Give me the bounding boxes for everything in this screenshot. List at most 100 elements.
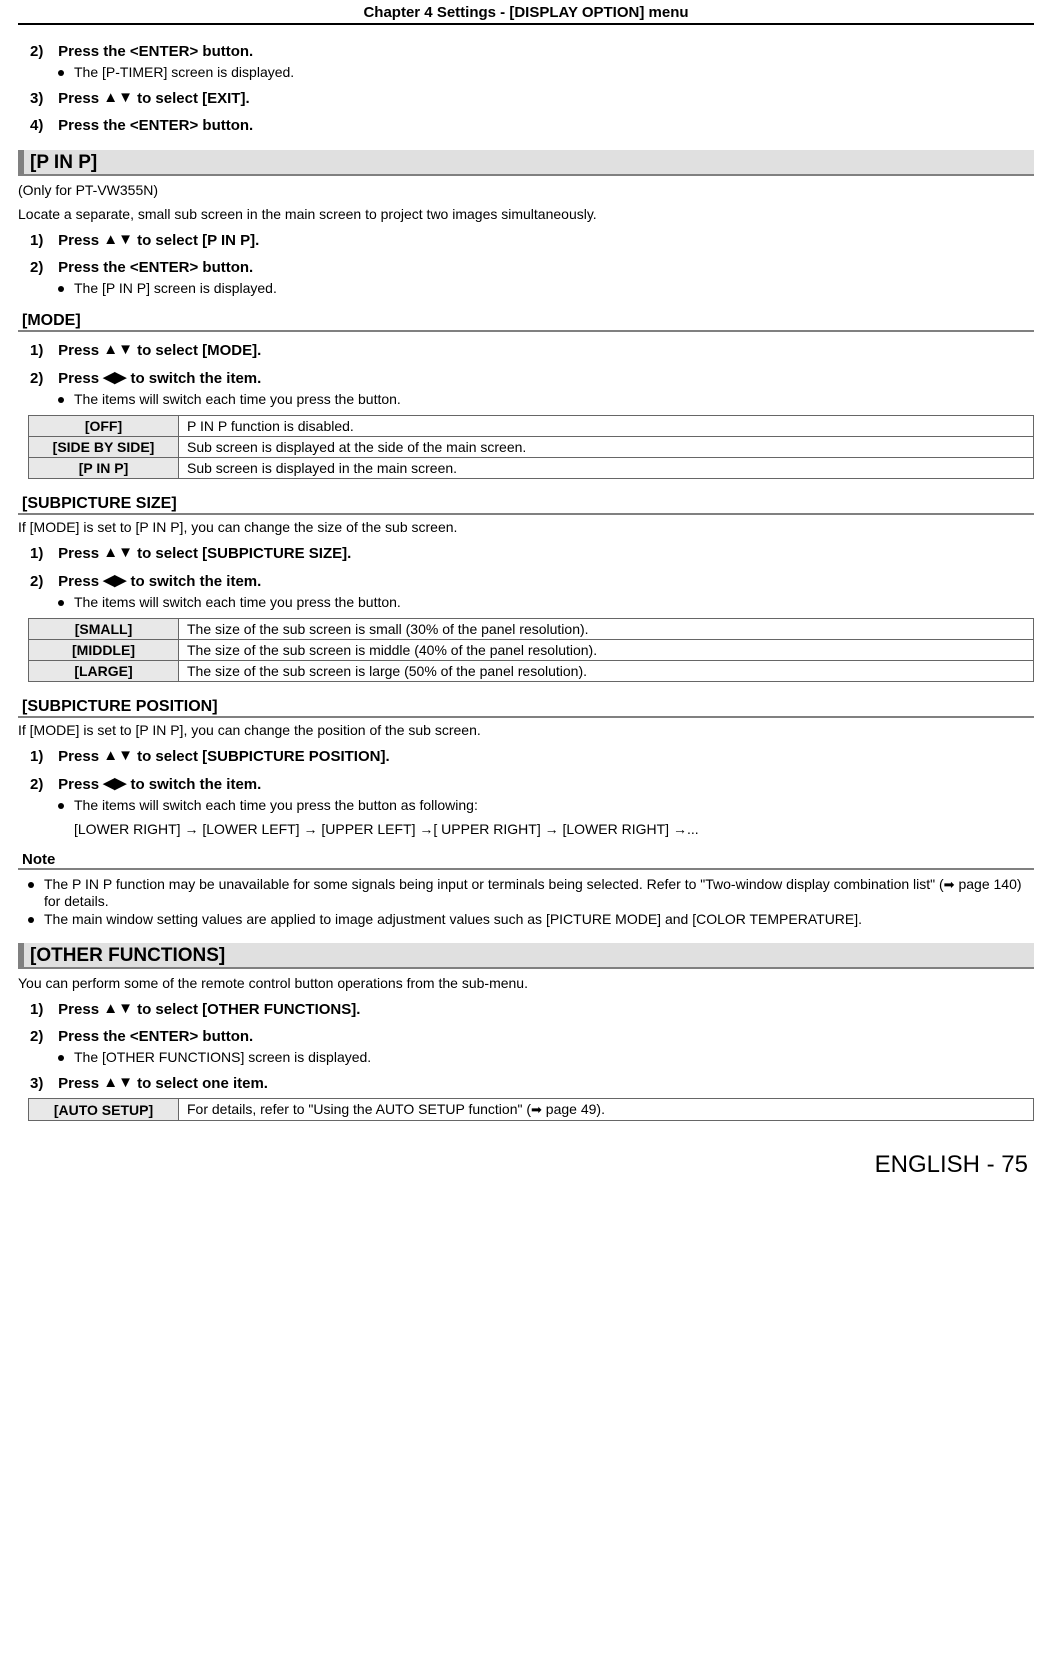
text-suffix: to select [EXIT].	[133, 90, 250, 107]
table-val: The size of the sub screen is small (30%…	[179, 619, 1034, 640]
table-row: [OFF] P IN P function is disabled.	[29, 416, 1034, 437]
step-num: 2)	[30, 370, 54, 387]
chapter-header: Chapter 4 Settings - [DISPLAY OPTION] me…	[18, 0, 1034, 23]
updown-arrow-icon: ▲▼	[103, 231, 133, 248]
step-num: 2)	[30, 1028, 54, 1045]
step-text: Press the <ENTER> button.	[58, 1028, 253, 1045]
arrow-right-icon: ➡	[531, 1102, 542, 1118]
table-row: [SMALL] The size of the sub screen is sm…	[29, 619, 1034, 640]
text-suffix: to select [SUBPICTURE SIZE].	[133, 545, 351, 562]
step-num: 2)	[30, 776, 54, 793]
subsize-step-1: 1) Press ▲▼ to select [SUBPICTURE SIZE].	[30, 545, 1034, 562]
table-row: [SIDE BY SIDE] Sub screen is displayed a…	[29, 437, 1034, 458]
text-prefix: Press	[58, 573, 103, 590]
updown-arrow-icon: ▲▼	[103, 1074, 133, 1091]
table-key: [AUTO SETUP]	[29, 1099, 179, 1121]
updown-arrow-icon: ▲▼	[103, 747, 133, 764]
step-2-sub: The [P-TIMER] screen is displayed.	[74, 64, 1034, 80]
subpos-step-2: 2) Press ◀▶ to switch the item.	[30, 775, 1034, 793]
other-table: [AUTO SETUP] For details, refer to "Usin…	[28, 1098, 1034, 1121]
section-mode: [MODE]	[18, 310, 1034, 332]
step-text: Press ◀▶ to switch the item.	[58, 369, 261, 387]
table-val: The size of the sub screen is large (50%…	[179, 661, 1034, 682]
val-a: For details, refer to "Using the AUTO SE…	[187, 1101, 531, 1117]
subpos-desc: If [MODE] is set to [P IN P], you can ch…	[18, 722, 1034, 738]
note-bullet-2: The main window setting values are appli…	[44, 911, 1034, 927]
step-num: 2)	[30, 573, 54, 590]
table-val: For details, refer to "Using the AUTO SE…	[179, 1099, 1034, 1121]
step-num: 1)	[30, 545, 54, 562]
step-text: Press ▲▼ to select [SUBPICTURE POSITION]…	[58, 747, 389, 765]
pinp-step-2-sub: The [P IN P] screen is displayed.	[74, 280, 1034, 296]
step-4: 4) Press the <ENTER> button.	[30, 117, 1034, 134]
chapter-rule	[18, 23, 1034, 25]
text-prefix: Press	[58, 370, 103, 387]
step-text: Press ▲▼ to select [SUBPICTURE SIZE].	[58, 544, 351, 562]
note-text-a: The P IN P function may be unavailable f…	[44, 876, 944, 892]
arrow-right-icon: ➡	[944, 877, 955, 893]
updown-arrow-icon: ▲▼	[103, 341, 133, 358]
step-2: 2) Press the <ENTER> button.	[30, 43, 1034, 60]
table-row: [P IN P] Sub screen is displayed in the …	[29, 458, 1034, 479]
table-row: [LARGE] The size of the sub screen is la…	[29, 661, 1034, 682]
subsize-step-2: 2) Press ◀▶ to switch the item.	[30, 572, 1034, 590]
subsize-step-2-sub: The items will switch each time you pres…	[74, 594, 1034, 610]
text-prefix: Press	[58, 1001, 103, 1018]
leftright-arrow-icon: ◀▶	[103, 572, 126, 589]
text-suffix: to switch the item.	[126, 776, 261, 793]
note-bullet-1: The P IN P function may be unavailable f…	[44, 876, 1034, 909]
updown-arrow-icon: ▲▼	[103, 1000, 133, 1017]
section-other-functions: [OTHER FUNCTIONS]	[18, 943, 1034, 969]
step-text: Press ◀▶ to switch the item.	[58, 572, 261, 590]
step-num: 3)	[30, 90, 54, 107]
pinp-note: (Only for PT-VW355N)	[18, 182, 1034, 198]
step-text: Press ▲▼ to select [EXIT].	[58, 89, 249, 107]
other-desc: You can perform some of the remote contr…	[18, 975, 1034, 991]
step-text: Press ▲▼ to select [P IN P].	[58, 231, 259, 249]
other-step-2: 2) Press the <ENTER> button.	[30, 1028, 1034, 1045]
leftright-arrow-icon: ◀▶	[103, 775, 126, 792]
table-key: [SIDE BY SIDE]	[29, 437, 179, 458]
text-suffix: to select one item.	[133, 1075, 268, 1092]
mode-step-1: 1) Press ▲▼ to select [MODE].	[30, 342, 1034, 359]
table-key: [MIDDLE]	[29, 640, 179, 661]
text-suffix: to switch the item.	[126, 370, 261, 387]
other-step-1: 1) Press ▲▼ to select [OTHER FUNCTIONS].	[30, 1001, 1034, 1018]
text-prefix: Press	[58, 748, 103, 765]
text-suffix: to select [MODE].	[133, 342, 261, 359]
other-step-3: 3) Press ▲▼ to select one item.	[30, 1075, 1034, 1092]
subpos-step-2-sub2: [LOWER RIGHT] → [LOWER LEFT] → [UPPER LE…	[74, 821, 1034, 837]
step-num: 1)	[30, 748, 54, 765]
updown-arrow-icon: ▲▼	[103, 89, 133, 106]
subpos-step-2-sub: The items will switch each time you pres…	[74, 797, 1034, 813]
text-prefix: Press	[58, 342, 103, 359]
text-prefix: Press	[58, 1075, 103, 1092]
table-val: P IN P function is disabled.	[179, 416, 1034, 437]
subsize-desc: If [MODE] is set to [P IN P], you can ch…	[18, 519, 1034, 535]
step-text: Press the <ENTER> button.	[58, 43, 253, 60]
text-suffix: to select [SUBPICTURE POSITION].	[133, 748, 390, 765]
table-row: [AUTO SETUP] For details, refer to "Usin…	[29, 1099, 1034, 1121]
table-val: Sub screen is displayed in the main scre…	[179, 458, 1034, 479]
subsize-table: [SMALL] The size of the sub screen is sm…	[28, 618, 1034, 682]
table-val: The size of the sub screen is middle (40…	[179, 640, 1034, 661]
step-text: Press the <ENTER> button.	[58, 117, 253, 134]
subpos-step-1: 1) Press ▲▼ to select [SUBPICTURE POSITI…	[30, 748, 1034, 765]
table-val: Sub screen is displayed at the side of t…	[179, 437, 1034, 458]
table-row: [MIDDLE] The size of the sub screen is m…	[29, 640, 1034, 661]
step-num: 4)	[30, 117, 54, 134]
page: Chapter 4 Settings - [DISPLAY OPTION] me…	[0, 0, 1052, 1179]
page-footer: ENGLISH - 75	[18, 1151, 1028, 1179]
mode-table: [OFF] P IN P function is disabled. [SIDE…	[28, 415, 1034, 479]
text-prefix: Press	[58, 90, 103, 107]
text-suffix: to select [P IN P].	[133, 232, 259, 249]
table-key: [OFF]	[29, 416, 179, 437]
step-num: 3)	[30, 1075, 54, 1092]
table-key: [SMALL]	[29, 619, 179, 640]
section-p-in-p: [P IN P]	[18, 150, 1034, 176]
section-subpicture-size: [SUBPICTURE SIZE]	[18, 493, 1034, 515]
step-text: Press ◀▶ to switch the item.	[58, 775, 261, 793]
pinp-desc: Locate a separate, small sub screen in t…	[18, 206, 1034, 222]
step-3: 3) Press ▲▼ to select [EXIT].	[30, 90, 1034, 107]
section-subpicture-position: [SUBPICTURE POSITION]	[18, 696, 1034, 718]
